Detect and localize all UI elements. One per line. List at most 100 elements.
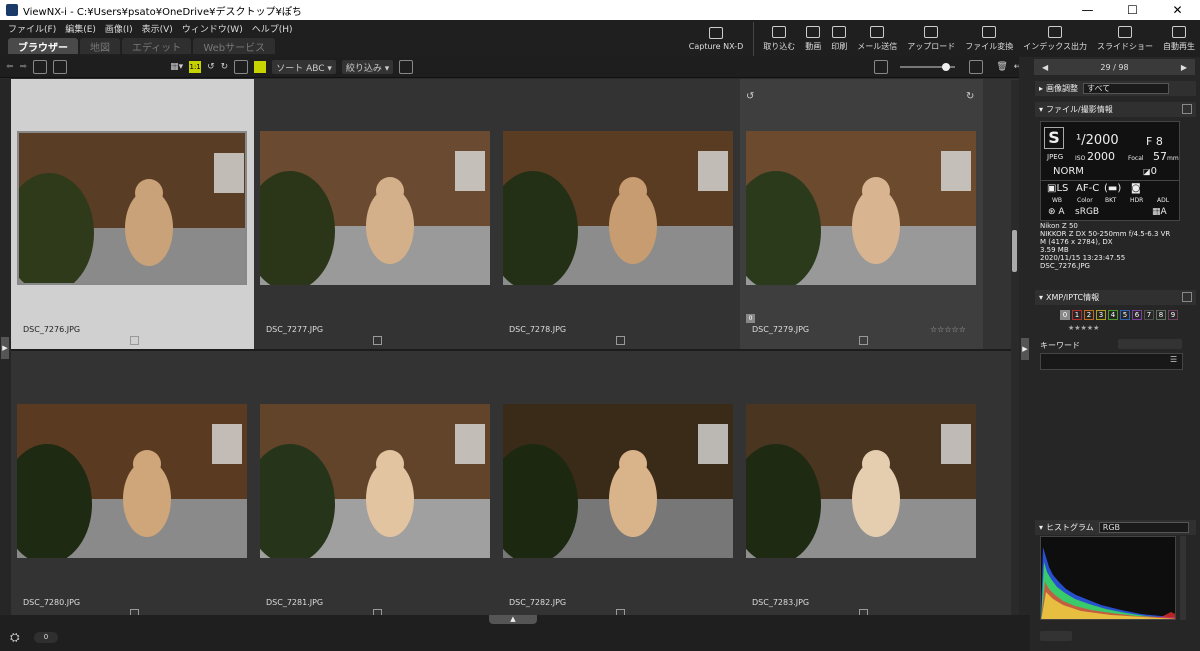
label-box-1[interactable]: 1: [1072, 310, 1082, 320]
convert-button[interactable]: ファイル変換: [960, 22, 1018, 56]
adjust-section-header[interactable]: ▸ 画像調整 すべて: [1035, 81, 1196, 96]
label-box-5[interactable]: 5: [1120, 310, 1130, 320]
tab-edit[interactable]: エディット: [122, 38, 192, 54]
upload-icon: [924, 26, 939, 38]
thumbnail-cell[interactable]: DSC_7276.JPG: [11, 79, 254, 349]
menu-edit[interactable]: 編集(E): [65, 22, 96, 35]
keyword-field[interactable]: [1040, 353, 1183, 370]
trash-icon[interactable]: 🗑: [996, 60, 1007, 74]
tab-map[interactable]: 地図: [80, 38, 120, 54]
label-box-3[interactable]: 3: [1096, 310, 1106, 320]
rotate-right-icon[interactable]: ↻: [221, 60, 229, 74]
back-arrow-icon[interactable]: ⬅: [6, 60, 14, 74]
histogram-channel-value: RGB: [1102, 523, 1121, 532]
right-panel-toggle[interactable]: ▶: [1019, 57, 1030, 627]
label-box-2[interactable]: 2: [1084, 310, 1094, 320]
rotate-left-icon[interactable]: ↺: [207, 60, 215, 74]
hdr-label: HDR: [1130, 197, 1144, 204]
label-box-6[interactable]: 6: [1132, 310, 1142, 320]
panel-pin-icon[interactable]: [1182, 292, 1192, 302]
label-tool-icon[interactable]: ⛭: [10, 630, 20, 645]
close-button[interactable]: ✕: [1155, 0, 1200, 20]
compare-icon[interactable]: [254, 61, 267, 73]
adl-value: ▦A: [1152, 207, 1167, 217]
thumbnail-image[interactable]: [503, 131, 733, 285]
histogram-channel-dropdown[interactable]: RGB: [1098, 522, 1189, 533]
label-box-8[interactable]: 8: [1156, 310, 1166, 320]
filmstrip-toggle[interactable]: ▲: [489, 615, 537, 624]
import-button[interactable]: 取り込む: [758, 22, 800, 56]
thumbnail-size-knob[interactable]: [942, 63, 950, 71]
label-box-9[interactable]: 9: [1168, 310, 1178, 320]
rating-stars[interactable]: ★★★★★: [1068, 324, 1099, 332]
forward-arrow-icon[interactable]: ➡: [20, 60, 28, 74]
label-filter-icon[interactable]: [399, 60, 414, 74]
hover-label-box[interactable]: 0: [746, 314, 755, 323]
filter-dropdown[interactable]: 絞り込み ▾: [341, 60, 394, 74]
rotate-left-icon[interactable]: ↺: [746, 91, 754, 102]
thumbnail-cell[interactable]: DSC_7280.JPG: [11, 352, 254, 622]
panel-pin-icon[interactable]: [1182, 104, 1192, 114]
thumbnail-image[interactable]: [503, 404, 733, 558]
menu-view[interactable]: 表示(V): [142, 22, 173, 35]
movie-button[interactable]: 動画: [800, 22, 826, 56]
section-arrow-icon: ▾: [1039, 105, 1044, 114]
xmp-section-header[interactable]: ▾ XMP/IPTC情報: [1035, 290, 1196, 305]
thumbnail-image[interactable]: [260, 404, 490, 558]
large-thumb-icon[interactable]: [969, 60, 984, 74]
tab-web-services[interactable]: Webサービス: [193, 38, 276, 54]
menu-file[interactable]: ファイル(F): [8, 22, 56, 35]
print-button[interactable]: 印刷: [826, 22, 852, 56]
thumbnail-image[interactable]: [746, 404, 976, 558]
label-box-4[interactable]: 4: [1108, 310, 1118, 320]
autoplay-button[interactable]: 自動再生: [1158, 22, 1200, 56]
histogram-section-header[interactable]: ▾ ヒストグラム RGB: [1035, 520, 1196, 535]
grid-view-icon[interactable]: ▦▾: [170, 60, 183, 74]
index-print-button[interactable]: インデックス出力: [1018, 22, 1092, 56]
hover-rating[interactable]: ☆☆☆☆☆: [930, 325, 966, 334]
file-info-section-header[interactable]: ▾ ファイル/撮影情報: [1035, 102, 1196, 117]
thumbnail-cell[interactable]: DSC_7279.JPG ☆☆☆☆☆ 0 ↺ ↻: [740, 79, 983, 349]
label-box-0[interactable]: 0: [1060, 310, 1070, 320]
thumbnail-cell[interactable]: DSC_7281.JPG: [254, 352, 497, 622]
folder-icon[interactable]: [33, 60, 48, 74]
adjust-dropdown[interactable]: すべて: [1083, 83, 1170, 94]
adl-value-text: A: [1160, 207, 1167, 217]
keyword-list-icon[interactable]: ☰: [1170, 355, 1177, 364]
keyword-edit-button[interactable]: [1118, 339, 1182, 349]
capture-nxd-button[interactable]: Capture NX-D: [684, 22, 755, 56]
minimize-button[interactable]: —: [1065, 0, 1110, 20]
thumbnail-image[interactable]: [17, 131, 247, 285]
thumbnail-cell[interactable]: DSC_7282.JPG: [497, 352, 740, 622]
previous-image-button[interactable]: ◀: [1042, 63, 1048, 72]
thumbnail-cell[interactable]: DSC_7277.JPG: [254, 79, 497, 349]
histogram-reset-button[interactable]: [1040, 631, 1072, 641]
email-button[interactable]: メール送信: [852, 22, 902, 56]
color-space: sRGB: [1075, 207, 1100, 217]
upload-button[interactable]: アップロード: [902, 22, 960, 56]
one-to-one-button[interactable]: 1:1: [189, 61, 202, 73]
small-thumb-icon[interactable]: [874, 60, 889, 74]
grid-scrollbar[interactable]: [1011, 80, 1019, 615]
thumbnail-cell[interactable]: DSC_7283.JPG: [740, 352, 983, 622]
grid-scroll-thumb[interactable]: [1012, 230, 1017, 272]
tab-browser[interactable]: ブラウザー: [8, 38, 78, 54]
slideshow-button[interactable]: スライドショー: [1092, 22, 1158, 56]
left-panel-toggle[interactable]: ▶: [0, 79, 11, 615]
thumbnail-cell[interactable]: DSC_7278.JPG: [497, 79, 740, 349]
menu-help[interactable]: ヘルプ(H): [252, 22, 293, 35]
next-image-button[interactable]: ▶: [1181, 63, 1187, 72]
color-label: Color: [1077, 197, 1093, 204]
thumbnail-image[interactable]: [746, 131, 976, 285]
menu-image[interactable]: 画像(I): [105, 22, 133, 35]
thumbnail-image[interactable]: [17, 404, 247, 558]
maximize-button[interactable]: ☐: [1110, 0, 1155, 20]
thumbnail-image[interactable]: [260, 131, 490, 285]
menu-window[interactable]: ウィンドウ(W): [182, 22, 243, 35]
view-mode-icon[interactable]: [53, 60, 68, 74]
rotate-right-icon[interactable]: ↻: [966, 91, 974, 102]
sort-dropdown[interactable]: ソート ABC ▾: [272, 60, 336, 74]
histogram-scrollbar[interactable]: [1180, 536, 1186, 620]
stack-icon[interactable]: [234, 60, 249, 74]
label-box-7[interactable]: 7: [1144, 310, 1154, 320]
